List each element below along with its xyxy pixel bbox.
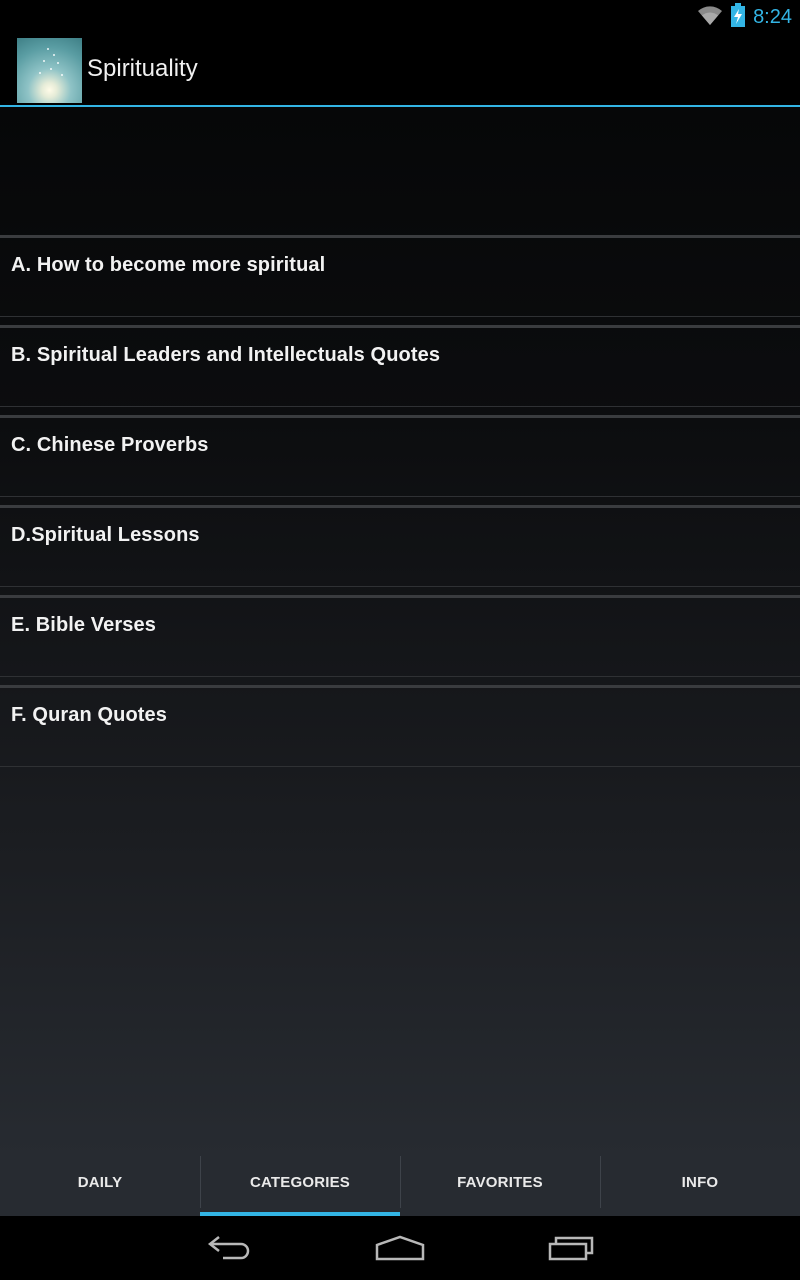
lotus-app-icon[interactable] [17,38,82,103]
list-item-label: E. Bible Verses [11,614,156,636]
list-item-category-b[interactable]: B. Spiritual Leaders and Intellectuals Q… [0,325,800,415]
list-item-label: C. Chinese Proverbs [11,434,209,456]
banner-area [0,107,800,235]
status-time: 8:24 [753,5,792,28]
tab-label: INFO [681,1173,719,1191]
recent-apps-icon [548,1235,594,1266]
tab-bar: DAILY CATEGORIES FAVORITES INFO [0,1156,800,1216]
app-title: Spirituality [87,55,198,82]
home-button[interactable] [370,1232,430,1268]
tab-label: CATEGORIES [249,1173,351,1191]
home-icon [375,1235,425,1266]
tab-label: DAILY [77,1173,123,1191]
tab-label: FAVORITES [457,1173,543,1191]
category-list: A. How to become more spiritual B. Spiri… [0,107,800,1156]
tab-favorites[interactable]: FAVORITES [400,1156,600,1216]
list-item-label: D.Spiritual Lessons [11,524,200,546]
wifi-icon [697,4,723,31]
list-item-category-a[interactable]: A. How to become more spiritual [0,235,800,325]
status-icons: 8:24 [697,2,792,32]
back-button[interactable] [200,1232,260,1268]
battery-charging-icon [731,2,746,32]
status-bar: 8:24 [0,0,800,33]
recent-apps-button[interactable] [541,1232,601,1268]
list-item-label: A. How to become more spiritual [11,254,326,276]
list-item-category-f[interactable]: F. Quran Quotes [0,685,800,775]
list-item-label: B. Spiritual Leaders and Intellectuals Q… [11,344,441,366]
tab-daily[interactable]: DAILY [0,1156,200,1216]
navigation-bar [0,1216,800,1280]
tab-info[interactable]: INFO [600,1156,800,1216]
list-item-category-e[interactable]: E. Bible Verses [0,595,800,685]
list-item-category-d[interactable]: D.Spiritual Lessons [0,505,800,595]
list-item-label: F. Quran Quotes [11,704,167,726]
action-bar: Spirituality [0,33,800,105]
tab-categories[interactable]: CATEGORIES [200,1156,400,1216]
back-icon [207,1235,253,1266]
list-item-category-c[interactable]: C. Chinese Proverbs [0,415,800,505]
